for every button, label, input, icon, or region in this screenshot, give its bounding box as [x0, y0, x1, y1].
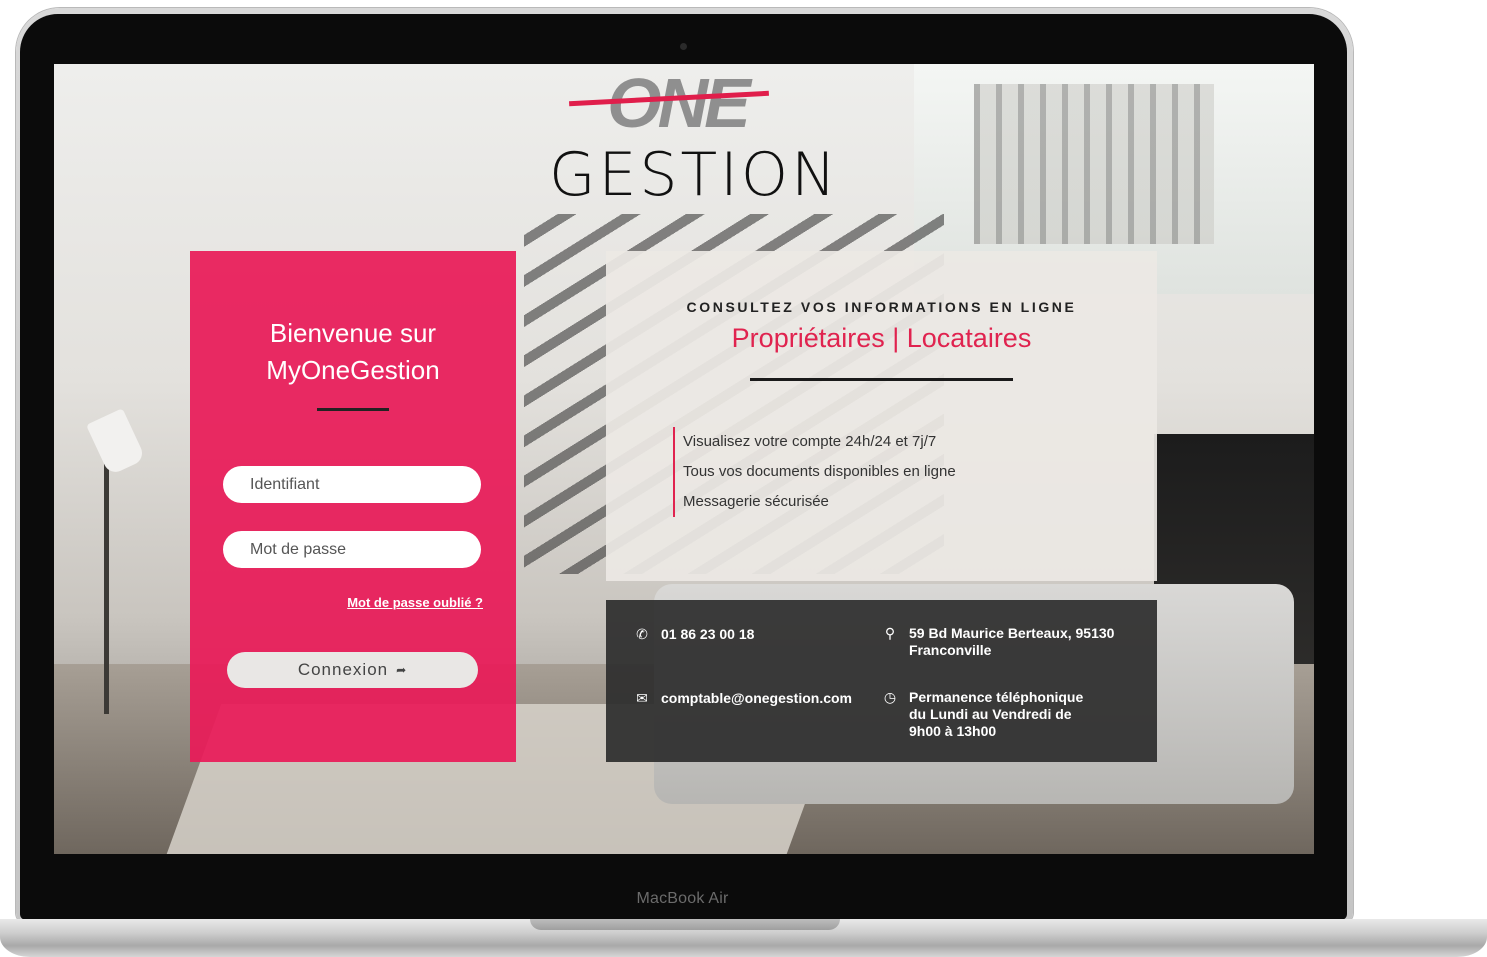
login-title: Bienvenue sur MyOneGestion: [190, 315, 516, 389]
feature-item: Messagerie sécurisée: [673, 487, 956, 517]
location-pin-icon: ⚲: [884, 625, 896, 641]
contact-hours-text: Permanence téléphonique du Lundi au Vend…: [909, 689, 1084, 739]
phone-icon: ✆: [636, 626, 648, 642]
envelope-icon: ✉: [636, 690, 648, 706]
connect-button[interactable]: Connexion ➦: [227, 652, 478, 688]
contact-panel: ✆ 01 86 23 00 18 ✉ comptable@onegestion.…: [606, 600, 1157, 762]
feature-item: Visualisez votre compte 24h/24 et 7j/7: [673, 427, 956, 457]
info-underline: [750, 378, 1013, 381]
screen: ONE GESTION Bienvenue sur MyOneGestion M…: [54, 64, 1314, 854]
laptop-base-notch: [530, 919, 840, 930]
password-input[interactable]: [223, 531, 481, 568]
feature-text: Tous vos documents disponibles en ligne: [683, 463, 956, 480]
login-panel: Bienvenue sur MyOneGestion Mot de passe …: [190, 251, 516, 762]
forgot-password-link[interactable]: Mot de passe oublié ?: [347, 595, 483, 610]
camera: [680, 43, 687, 50]
background-lamp-pole: [104, 444, 109, 714]
feature-text: Messagerie sécurisée: [683, 493, 829, 510]
contact-email-text: comptable@onegestion.com: [661, 690, 853, 706]
username-input[interactable]: [223, 466, 481, 503]
circle-arrow-icon: ➦: [396, 663, 408, 677]
background-bookshelf: [974, 84, 1214, 244]
info-headline: Propriétaires | Locataires: [731, 323, 1032, 353]
device-label: MacBook Air: [636, 890, 729, 907]
clock-icon: ◷: [883, 689, 897, 705]
feature-list: Visualisez votre compte 24h/24 et 7j/7 T…: [673, 427, 956, 517]
connect-button-label: Connexion: [297, 660, 389, 679]
login-title-underline: [317, 408, 389, 411]
contact-email[interactable]: ✉ comptable@onegestion.com: [634, 690, 852, 707]
logo-gestion-text: GESTION: [549, 140, 839, 210]
contact-address: ⚲ 59 Bd Maurice Berteaux, 95130 Franconv…: [882, 625, 1117, 659]
contact-hours: ◷ Permanence téléphonique du Lundi au Ve…: [882, 689, 1097, 740]
login-title-line1: Bienvenue sur: [269, 318, 437, 348]
background-lamp-head: [86, 408, 146, 476]
contact-address-text: 59 Bd Maurice Berteaux, 95130 Franconvil…: [909, 625, 1115, 658]
feature-text: Visualisez votre compte 24h/24 et 7j/7: [683, 433, 937, 450]
info-panel: CONSULTEZ VOS INFORMATIONS EN LIGNE Prop…: [606, 251, 1157, 581]
contact-phone-text: 01 86 23 00 18: [661, 626, 755, 642]
contact-phone[interactable]: ✆ 01 86 23 00 18: [634, 626, 754, 643]
info-kicker: CONSULTEZ VOS INFORMATIONS EN LIGNE: [686, 299, 1077, 315]
feature-item: Tous vos documents disponibles en ligne: [673, 457, 956, 487]
login-title-line2: MyOneGestion: [266, 355, 440, 385]
